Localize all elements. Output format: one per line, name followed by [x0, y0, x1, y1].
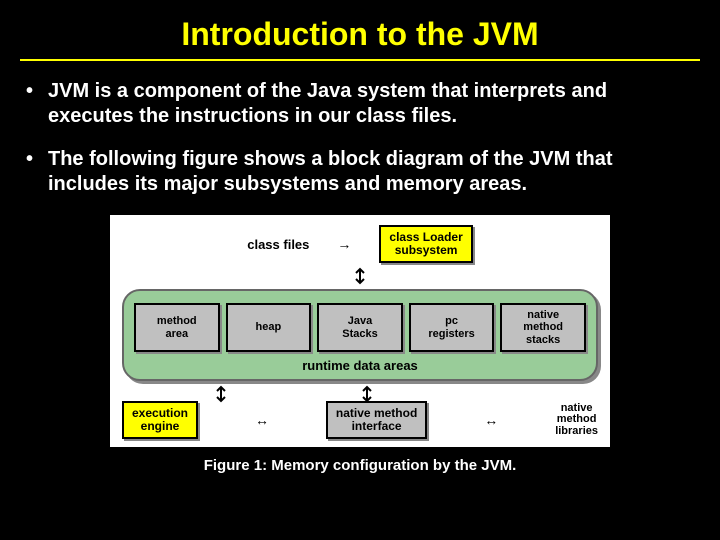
arrow-bi-h-icon: ↔	[255, 413, 269, 427]
title-underline	[20, 59, 700, 61]
arrow-right-icon: →	[337, 237, 351, 251]
heap-box: heap	[226, 303, 312, 351]
pc-registers-box: pc registers	[409, 303, 495, 351]
runtime-data-areas: method area heap Java Stacks pc register…	[122, 289, 598, 380]
native-method-libraries-label: native method libraries	[555, 403, 598, 438]
runtime-label: runtime data areas	[134, 358, 586, 375]
arrow-bi-h-icon: ↔	[484, 413, 498, 427]
bullet-item: The following figure shows a block diagr…	[26, 147, 694, 197]
execution-engine-box: execution engine	[122, 401, 198, 439]
class-loader-box: class Loader subsystem	[379, 225, 472, 263]
figure-caption: Figure 1: Memory configuration by the JV…	[20, 457, 700, 474]
jvm-diagram: class files → class Loader subsystem met…	[110, 215, 610, 447]
bullet-item: JVM is a component of the Java system th…	[26, 79, 694, 129]
slide-title: Introduction to the JVM	[20, 16, 700, 53]
class-files-label: class files	[247, 237, 309, 252]
slide: Introduction to the JVM JVM is a compone…	[0, 0, 720, 540]
native-method-stacks-box: native method stacks	[500, 303, 586, 351]
bullet-list: JVM is a component of the Java system th…	[20, 79, 700, 197]
java-stacks-box: Java Stacks	[317, 303, 403, 351]
arrow-down-icon	[118, 267, 602, 285]
native-method-interface-box: native method interface	[326, 401, 427, 439]
arrow-bi-icon	[214, 385, 228, 403]
method-area-box: method area	[134, 303, 220, 351]
